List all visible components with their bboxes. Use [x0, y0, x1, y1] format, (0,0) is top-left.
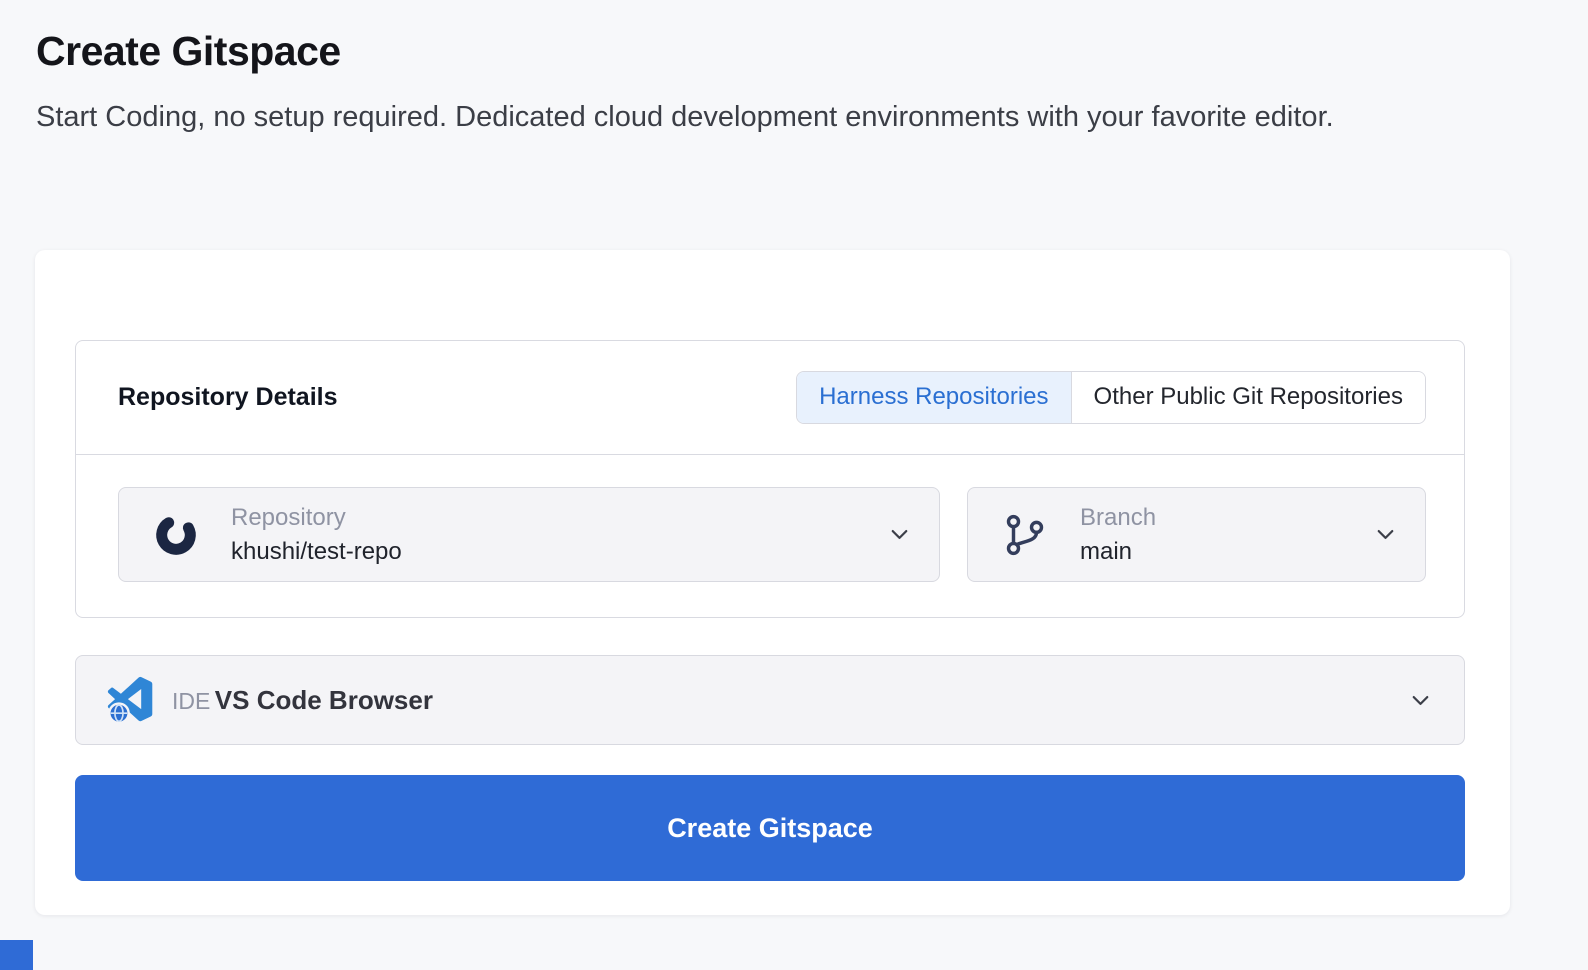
chevron-down-icon	[1407, 687, 1434, 714]
create-gitspace-card: Repository Details Harness Repositories …	[35, 250, 1510, 915]
ide-field-text: IDE VS Code Browser	[172, 685, 433, 716]
branch-field-label: Branch	[1080, 504, 1156, 532]
repository-field-label: Repository	[231, 504, 402, 532]
ide-field-label: IDE	[172, 688, 210, 714]
tab-harness-repositories[interactable]: Harness Repositories	[797, 372, 1070, 422]
repository-branch-row: Repository khushi/test-repo	[76, 455, 1464, 582]
repository-field-text: Repository khushi/test-repo	[231, 504, 402, 566]
branch-field-text: Branch main	[1080, 504, 1156, 566]
repository-select[interactable]: Repository khushi/test-repo	[118, 487, 940, 582]
ide-select[interactable]: IDE VS Code Browser	[75, 655, 1465, 745]
chevron-down-icon	[1372, 521, 1399, 548]
repository-details-heading: Repository Details	[118, 383, 338, 412]
branch-field-value: main	[1080, 538, 1156, 566]
page-subtitle: Start Coding, no setup required. Dedicat…	[36, 97, 1496, 137]
ide-field-value: VS Code Browser	[215, 685, 433, 715]
tab-other-public-git-repositories[interactable]: Other Public Git Repositories	[1071, 372, 1425, 422]
git-branch-icon	[1002, 512, 1048, 558]
vscode-browser-icon	[104, 675, 158, 725]
page-header: Create Gitspace Start Coding, no setup r…	[0, 0, 1588, 137]
repository-source-tabs: Harness Repositories Other Public Git Re…	[796, 371, 1426, 423]
repository-details-header: Repository Details Harness Repositories …	[76, 341, 1464, 455]
create-gitspace-button[interactable]: Create Gitspace	[75, 775, 1465, 881]
chevron-down-icon	[886, 521, 913, 548]
repository-icon	[153, 513, 199, 557]
repository-field-value: khushi/test-repo	[231, 538, 402, 566]
page-title: Create Gitspace	[36, 28, 1552, 75]
bottom-left-blue-fragment	[0, 940, 33, 970]
branch-select[interactable]: Branch main	[967, 487, 1426, 582]
repository-details-section: Repository Details Harness Repositories …	[75, 340, 1465, 618]
